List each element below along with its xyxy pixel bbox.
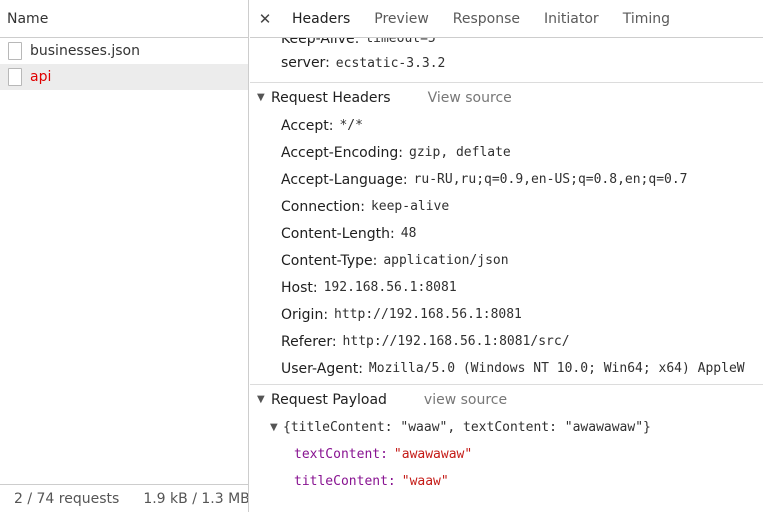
request-headers-list: Accept: */* Accept-Encoding: gzip, deflate… (250, 112, 763, 382)
header-value: */* (339, 118, 363, 133)
header-value: ecstatic-3.3.2 (335, 55, 446, 71)
expand-triangle-icon[interactable]: ▼ (257, 394, 271, 405)
header-value: keep-alive (370, 199, 450, 214)
payload-field-row: titleContent: "waaw" (250, 468, 763, 495)
request-name: api (30, 69, 52, 85)
header-key: Connection: (281, 198, 365, 215)
request-count: 2 / 74 requests (14, 490, 120, 507)
header-key: Accept: (281, 117, 334, 134)
view-source-link[interactable]: View source (428, 90, 512, 106)
tab-headers[interactable]: Headers (280, 0, 362, 38)
expand-triangle-icon[interactable]: ▼ (270, 422, 283, 433)
payload-field-row: textContent: "awawawaw" (250, 441, 763, 468)
request-row-api[interactable]: api (0, 64, 248, 90)
header-value: Mozilla/5.0 (Windows NT 10.0; Win64; x64… (368, 361, 745, 376)
header-row: Content-Type: application/json (250, 247, 763, 274)
header-row: Connection: keep-alive (250, 193, 763, 220)
header-row: Host: 192.168.56.1:8081 (250, 274, 763, 301)
header-row: Accept: */* (250, 112, 763, 139)
transferred-size: 1.9 kB / 1.3 MB t (143, 490, 248, 507)
header-key: server: (281, 55, 330, 71)
header-key: User-Agent: (281, 360, 363, 377)
header-key: Host: (281, 279, 318, 296)
name-column-label: Name (7, 10, 49, 27)
header-row: Accept-Language: ru-RU,ru;q=0.9,en-US;q=0… (250, 166, 763, 193)
header-value: http://192.168.56.1:8081 (334, 307, 522, 322)
request-row-businesses-json[interactable]: businesses.json (0, 38, 248, 64)
payload-object-summary[interactable]: ▼ {titleContent: "waaw", textContent: "a… (250, 414, 763, 441)
header-value: gzip, deflate (409, 145, 511, 160)
header-value: timeout=5 (365, 38, 436, 46)
header-key: Accept-Language: (281, 171, 408, 188)
header-row: User-Agent: Mozilla/5.0 (Windows NT 10.0;… (250, 355, 763, 382)
header-key: Referer: (281, 333, 337, 350)
section-title: Request Headers (271, 89, 391, 106)
close-icon[interactable]: ✕ (250, 10, 280, 28)
header-row-server: server: ecstatic-3.3.2 (250, 51, 763, 75)
scrolled-header-fragment: Keep-Alive: timeout=5 (250, 38, 763, 51)
view-source-link[interactable]: view source (424, 392, 507, 408)
payload-summary-text: {titleContent: "waaw", textContent: "awa… (283, 420, 651, 435)
details-tabbar: ✕ Headers Preview Response Initiator Tim… (250, 0, 763, 38)
tab-response[interactable]: Response (441, 0, 532, 38)
header-row: Origin: http://192.168.56.1:8081 (250, 301, 763, 328)
payload-field-value: "awawawaw" (393, 447, 473, 462)
header-value: ru-RU,ru;q=0.9,en-US;q=0.8,en;q=0.7 (413, 172, 688, 187)
header-key: Content-Type: (281, 252, 378, 269)
header-row-keep-alive: Keep-Alive: timeout=5 (250, 38, 763, 51)
request-details-panel: ✕ Headers Preview Response Initiator Tim… (250, 0, 763, 512)
header-value: 48 (400, 226, 417, 241)
header-key: Keep-Alive: (281, 38, 360, 47)
payload-field-key: titleContent: (294, 474, 396, 489)
request-list-panel: Name businesses.json api 2 / 74 requests… (0, 0, 249, 512)
header-value: application/json (383, 253, 509, 268)
tab-preview[interactable]: Preview (362, 0, 441, 38)
network-summary-footer: 2 / 74 requests 1.9 kB / 1.3 MB t (0, 484, 248, 512)
file-icon (8, 42, 22, 60)
request-payload-section-header[interactable]: ▼ Request Payload view source (250, 384, 763, 414)
header-row: Accept-Encoding: gzip, deflate (250, 139, 763, 166)
request-name: businesses.json (30, 43, 140, 59)
tab-timing[interactable]: Timing (611, 0, 682, 38)
header-key: Origin: (281, 306, 329, 323)
expand-triangle-icon[interactable]: ▼ (257, 92, 271, 103)
request-headers-section-header[interactable]: ▼ Request Headers View source (250, 82, 763, 112)
header-value: http://192.168.56.1:8081/src/ (342, 334, 570, 349)
payload-field-value: "waaw" (401, 474, 449, 489)
tab-initiator[interactable]: Initiator (532, 0, 611, 38)
header-key: Content-Length: (281, 225, 395, 242)
header-value: 192.168.56.1:8081 (323, 280, 457, 295)
payload-field-key: textContent: (294, 447, 388, 462)
header-row: Content-Length: 48 (250, 220, 763, 247)
name-column-header[interactable]: Name (0, 0, 248, 38)
section-title: Request Payload (271, 391, 387, 408)
file-icon (8, 68, 22, 86)
header-key: Accept-Encoding: (281, 144, 404, 161)
header-row: Referer: http://192.168.56.1:8081/src/ (250, 328, 763, 355)
